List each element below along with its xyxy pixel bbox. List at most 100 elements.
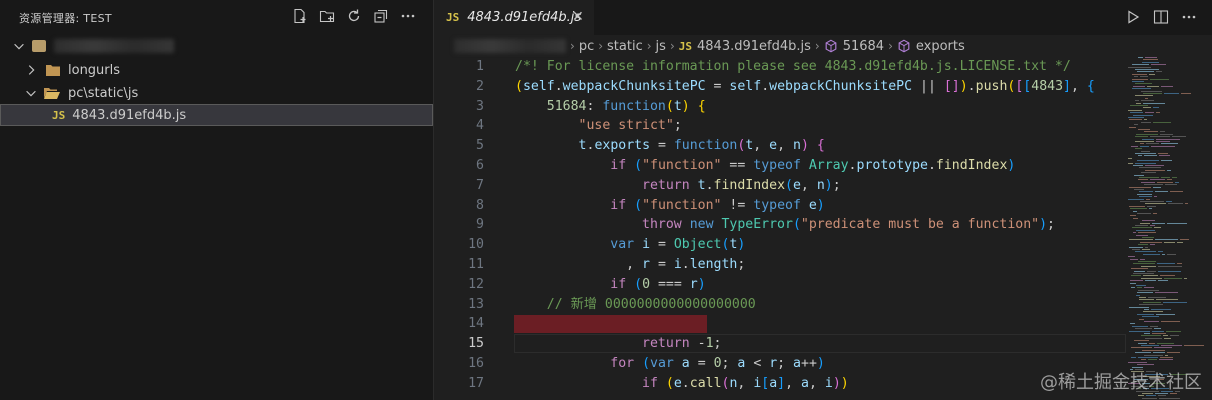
minimap-stroke [1136, 229, 1155, 231]
code-line[interactable]: 15 return -1; [434, 334, 1124, 354]
minimap-stroke [1129, 205, 1145, 207]
minimap-stroke [1145, 246, 1148, 248]
line-number: 11 [468, 257, 484, 272]
minimap-stroke [1164, 93, 1179, 94]
minimap-stroke [1150, 136, 1170, 138]
minimap-stroke [1159, 155, 1170, 157]
minimap-stroke [1134, 76, 1138, 78]
minimap-stroke [1143, 301, 1161, 303]
minimap-stroke [1137, 193, 1152, 195]
tree-item-longurls[interactable]: longurls [0, 59, 433, 81]
minimap-stroke [1143, 107, 1151, 109]
tree-item-label: 4843.d91efd4b.js [72, 107, 187, 123]
tree-item-pc-static-js[interactable]: pc\static\js [0, 82, 433, 104]
minimap-stroke [1129, 246, 1143, 248]
symbol-module-icon [898, 39, 910, 53]
code-line[interactable]: 2 (self.webpackChunksitePC = self.webpack… [434, 77, 1124, 97]
code-line[interactable]: 11 , r = i.length; [434, 255, 1124, 275]
code-line[interactable]: 5 t.exports = function(t, e, n) { [434, 136, 1124, 156]
code-line[interactable]: 14 [434, 314, 1124, 334]
minimap-stroke [1131, 347, 1152, 349]
split-editor-icon[interactable] [1152, 8, 1170, 26]
minimap-stroke [1141, 277, 1162, 279]
minimap-stroke [1154, 227, 1161, 229]
code-line[interactable]: 4 "use strict"; [434, 116, 1124, 136]
refresh-icon[interactable] [345, 7, 363, 25]
collapse-all-icon[interactable] [372, 7, 390, 25]
minimap-stroke [1146, 395, 1156, 397]
code-line[interactable]: 13 // 新增 0000000000000000000 [434, 295, 1124, 315]
breadcrumb-item[interactable]: static [607, 39, 643, 54]
minimap-stroke [1131, 275, 1141, 277]
minimap-stroke [1132, 249, 1140, 250]
code-line[interactable]: 6 if ("function" == typeof Array.prototy… [434, 156, 1124, 176]
new-file-icon[interactable] [291, 7, 309, 25]
minimap-stroke [1155, 191, 1168, 193]
line-number: 1 [476, 59, 484, 74]
minimap-stroke [1144, 321, 1159, 322]
minimap-stroke [1148, 297, 1166, 298]
code-line[interactable]: 1 /*! For license information please see … [434, 57, 1124, 77]
close-icon[interactable]: ✕ [572, 9, 584, 25]
tree-root-folder[interactable] [0, 35, 433, 57]
minimap-stroke [1142, 349, 1165, 351]
minimap-stroke [1148, 359, 1157, 361]
minimap-stroke [1140, 143, 1144, 145]
minimap-stroke [1157, 342, 1174, 344]
minimap-stroke [1138, 395, 1144, 397]
code-line[interactable]: 7 return t.findIndex(e, n); [434, 176, 1124, 196]
code-line[interactable]: 12 if (0 === r) [434, 275, 1124, 295]
minimap-stroke [1133, 232, 1136, 234]
more-icon[interactable] [1180, 8, 1198, 26]
code-area[interactable]: 1 /*! For license information please see … [434, 57, 1126, 400]
minimap-stroke [1168, 203, 1183, 205]
breadcrumb-item[interactable]: pc [579, 39, 594, 54]
code-line[interactable]: 16 for (var a = 0; a < r; a++) [434, 354, 1124, 374]
minimap-stroke [1142, 316, 1159, 318]
code-line[interactable]: 9 throw new TypeError("predicate must be… [434, 215, 1124, 235]
run-icon[interactable] [1124, 8, 1142, 26]
more-icon[interactable] [399, 7, 417, 25]
line-number: 8 [476, 197, 484, 213]
tree-item-js-file[interactable]: JS 4843.d91efd4b.js [0, 104, 433, 126]
minimap-stroke [1147, 205, 1156, 207]
minimap-stroke [1139, 318, 1144, 320]
minimap[interactable] [1126, 57, 1212, 400]
minimap-stroke [1128, 198, 1144, 200]
minimap-stroke [1137, 364, 1154, 366]
breadcrumb-item[interactable]: exports [916, 39, 965, 54]
minimap-stroke [1144, 131, 1158, 133]
minimap-stroke [1139, 304, 1163, 306]
breadcrumb-item[interactable]: js [656, 39, 666, 54]
minimap-stroke [1134, 340, 1149, 342]
new-folder-icon[interactable] [318, 7, 336, 25]
minimap-stroke [1180, 239, 1189, 241]
minimap-stroke [1138, 57, 1143, 58]
minimap-stroke [1136, 285, 1146, 286]
minimap-stroke [1135, 251, 1156, 253]
minimap-stroke [1165, 184, 1177, 186]
code-line[interactable]: 3 51684: function(t) { [434, 97, 1124, 117]
tab-js-file[interactable]: JS 4843.d91efd4b.js ✕ [434, 0, 594, 35]
minimap-stroke [1136, 102, 1141, 104]
code-text: // 新增 0000000000000000000 [546, 296, 756, 312]
minimap-stroke [1140, 76, 1148, 78]
js-file-icon: JS [446, 11, 460, 24]
minimap-stroke [1132, 73, 1147, 75]
code-line[interactable]: 8 if ("function" != typeof e) [434, 196, 1124, 216]
watermark: @稀土掘金技术社区 [1040, 372, 1202, 393]
minimap-stroke [1149, 208, 1152, 210]
minimap-stroke [1134, 174, 1144, 176]
breadcrumb-item[interactable]: 51684 [843, 39, 884, 54]
minimap-stroke [1164, 337, 1171, 339]
minimap-stroke [1129, 126, 1136, 128]
minimap-stroke [1134, 270, 1145, 272]
breadcrumb-item[interactable]: 4843.d91efd4b.js [697, 39, 811, 54]
minimap-stroke [1137, 160, 1159, 162]
code-line[interactable]: 10 var i = Object(t) [434, 235, 1124, 255]
minimap-stroke [1144, 287, 1154, 289]
minimap-stroke [1142, 138, 1154, 140]
minimap-stroke [1131, 268, 1148, 270]
minimap-stroke [1132, 78, 1148, 80]
code-line[interactable]: 17 if (e.call(n, i[a], a, i)) [434, 374, 1124, 394]
